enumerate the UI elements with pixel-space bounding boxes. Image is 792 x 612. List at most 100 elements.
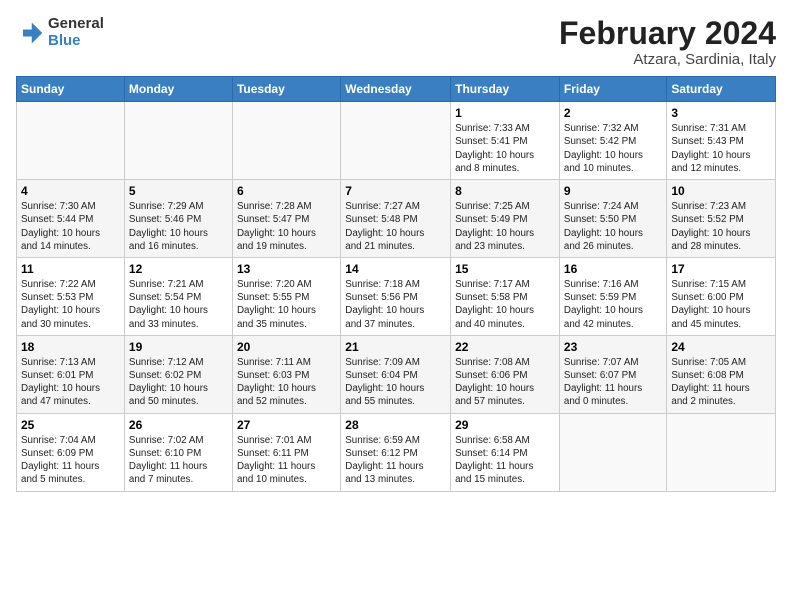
- calendar-cell: 13 Sunrise: 7:20 AM Sunset: 5:55 PM Dayli…: [232, 257, 340, 335]
- day-number: 1: [455, 106, 555, 120]
- day-info: Sunrise: 7:17 AM Sunset: 5:58 PM Dayligh…: [455, 278, 555, 331]
- day-number: 6: [237, 184, 336, 198]
- calendar-cell: 28Sunrise: 6:59 AM Sunset: 6:12 PM Dayli…: [341, 413, 451, 491]
- day-info: Sunrise: 7:05 AM Sunset: 6:08 PM Dayligh…: [671, 356, 771, 409]
- day-number: 4: [21, 184, 120, 198]
- weekday-header-row: SundayMondayTuesdayWednesdayThursdayFrid…: [17, 77, 776, 102]
- weekday-header-monday: Monday: [124, 77, 232, 102]
- calendar-cell: 5 Sunrise: 7:29 AM Sunset: 5:46 PM Daylig…: [124, 180, 232, 258]
- day-number: 14: [345, 262, 446, 276]
- day-info: Sunrise: 7:28 AM Sunset: 5:47 PM Dayligh…: [237, 200, 336, 253]
- day-info: Sunrise: 7:11 AM Sunset: 6:03 PM Dayligh…: [237, 356, 336, 409]
- calendar-cell: 12 Sunrise: 7:21 AM Sunset: 5:54 PM Dayli…: [124, 257, 232, 335]
- header: General Blue February 2024 Atzara, Sardi…: [16, 16, 776, 68]
- day-info: Sunrise: 7:31 AM Sunset: 5:43 PM Dayligh…: [671, 122, 771, 175]
- day-info: Sunrise: 7:27 AM Sunset: 5:48 PM Dayligh…: [345, 200, 446, 253]
- calendar-cell: 26 Sunrise: 7:02 AM Sunset: 6:10 PM Dayli…: [124, 413, 232, 491]
- day-number: 12: [129, 262, 228, 276]
- day-info: Sunrise: 7:20 AM Sunset: 5:55 PM Dayligh…: [237, 278, 336, 331]
- calendar-cell: 17 Sunrise: 7:15 AM Sunset: 6:00 PM Dayli…: [667, 257, 776, 335]
- logo-line2: Blue: [48, 33, 104, 50]
- day-info: Sunrise: 7:22 AM Sunset: 5:53 PM Dayligh…: [21, 278, 120, 331]
- day-number: 22: [455, 340, 555, 354]
- day-info: Sunrise: 7:25 AM Sunset: 5:49 PM Dayligh…: [455, 200, 555, 253]
- day-number: 19: [129, 340, 228, 354]
- calendar-cell: 4 Sunrise: 7:30 AM Sunset: 5:44 PM Daylig…: [17, 180, 125, 258]
- logo-line1: General: [48, 16, 104, 33]
- day-number: 24: [671, 340, 771, 354]
- week-row-5: 25 Sunrise: 7:04 AM Sunset: 6:09 PM Dayli…: [17, 413, 776, 491]
- day-info: Sunrise: 7:12 AM Sunset: 6:02 PM Dayligh…: [129, 356, 228, 409]
- calendar-title: February 2024: [559, 16, 776, 51]
- calendar-cell: 25 Sunrise: 7:04 AM Sunset: 6:09 PM Dayli…: [17, 413, 125, 491]
- day-number: 7: [345, 184, 446, 198]
- day-number: 16: [564, 262, 662, 276]
- day-info: Sunrise: 7:23 AM Sunset: 5:52 PM Dayligh…: [671, 200, 771, 253]
- calendar-cell: 21 Sunrise: 7:09 AM Sunset: 6:04 PM Dayli…: [341, 335, 451, 413]
- logo-icon: [16, 19, 44, 47]
- weekday-header-saturday: Saturday: [667, 77, 776, 102]
- calendar-subtitle: Atzara, Sardinia, Italy: [559, 51, 776, 68]
- calendar-cell: [17, 102, 125, 180]
- day-number: 15: [455, 262, 555, 276]
- weekday-header-tuesday: Tuesday: [232, 77, 340, 102]
- day-info: Sunrise: 7:15 AM Sunset: 6:00 PM Dayligh…: [671, 278, 771, 331]
- day-info: Sunrise: 7:04 AM Sunset: 6:09 PM Dayligh…: [21, 434, 120, 487]
- calendar-cell: 22 Sunrise: 7:08 AM Sunset: 6:06 PM Dayli…: [451, 335, 560, 413]
- day-info: Sunrise: 7:13 AM Sunset: 6:01 PM Dayligh…: [21, 356, 120, 409]
- weekday-header-wednesday: Wednesday: [341, 77, 451, 102]
- day-info: Sunrise: 7:02 AM Sunset: 6:10 PM Dayligh…: [129, 434, 228, 487]
- calendar-cell: 11 Sunrise: 7:22 AM Sunset: 5:53 PM Dayli…: [17, 257, 125, 335]
- logo: General Blue: [16, 16, 104, 49]
- title-block: February 2024 Atzara, Sardinia, Italy: [559, 16, 776, 68]
- day-info: Sunrise: 7:30 AM Sunset: 5:44 PM Dayligh…: [21, 200, 120, 253]
- calendar-cell: 1Sunrise: 7:33 AM Sunset: 5:41 PM Daylig…: [451, 102, 560, 180]
- day-number: 8: [455, 184, 555, 198]
- page: General Blue February 2024 Atzara, Sardi…: [0, 0, 792, 502]
- day-info: Sunrise: 7:29 AM Sunset: 5:46 PM Dayligh…: [129, 200, 228, 253]
- day-number: 3: [671, 106, 771, 120]
- week-row-3: 11 Sunrise: 7:22 AM Sunset: 5:53 PM Dayli…: [17, 257, 776, 335]
- calendar-cell: 19 Sunrise: 7:12 AM Sunset: 6:02 PM Dayli…: [124, 335, 232, 413]
- calendar-cell: 29 Sunrise: 6:58 AM Sunset: 6:14 PM Dayli…: [451, 413, 560, 491]
- calendar-cell: [341, 102, 451, 180]
- day-number: 2: [564, 106, 662, 120]
- day-info: Sunrise: 6:58 AM Sunset: 6:14 PM Dayligh…: [455, 434, 555, 487]
- day-info: Sunrise: 7:08 AM Sunset: 6:06 PM Dayligh…: [455, 356, 555, 409]
- day-info: Sunrise: 6:59 AM Sunset: 6:12 PM Dayligh…: [345, 434, 446, 487]
- week-row-2: 4 Sunrise: 7:30 AM Sunset: 5:44 PM Daylig…: [17, 180, 776, 258]
- day-info: Sunrise: 7:24 AM Sunset: 5:50 PM Dayligh…: [564, 200, 662, 253]
- day-number: 11: [21, 262, 120, 276]
- calendar-table: SundayMondayTuesdayWednesdayThursdayFrid…: [16, 76, 776, 491]
- day-number: 10: [671, 184, 771, 198]
- calendar-cell: 14 Sunrise: 7:18 AM Sunset: 5:56 PM Dayli…: [341, 257, 451, 335]
- calendar-cell: 16 Sunrise: 7:16 AM Sunset: 5:59 PM Dayli…: [559, 257, 666, 335]
- day-number: 26: [129, 418, 228, 432]
- day-number: 21: [345, 340, 446, 354]
- logo-text: General Blue: [48, 16, 104, 49]
- week-row-4: 18 Sunrise: 7:13 AM Sunset: 6:01 PM Dayli…: [17, 335, 776, 413]
- day-number: 5: [129, 184, 228, 198]
- week-row-1: 1Sunrise: 7:33 AM Sunset: 5:41 PM Daylig…: [17, 102, 776, 180]
- calendar-cell: 8 Sunrise: 7:25 AM Sunset: 5:49 PM Daylig…: [451, 180, 560, 258]
- calendar-cell: [124, 102, 232, 180]
- day-number: 29: [455, 418, 555, 432]
- calendar-cell: 23Sunrise: 7:07 AM Sunset: 6:07 PM Dayli…: [559, 335, 666, 413]
- day-info: Sunrise: 7:18 AM Sunset: 5:56 PM Dayligh…: [345, 278, 446, 331]
- day-number: 18: [21, 340, 120, 354]
- calendar-cell: 27Sunrise: 7:01 AM Sunset: 6:11 PM Dayli…: [232, 413, 340, 491]
- day-info: Sunrise: 7:07 AM Sunset: 6:07 PM Dayligh…: [564, 356, 662, 409]
- calendar-cell: 9Sunrise: 7:24 AM Sunset: 5:50 PM Daylig…: [559, 180, 666, 258]
- day-number: 17: [671, 262, 771, 276]
- day-info: Sunrise: 7:16 AM Sunset: 5:59 PM Dayligh…: [564, 278, 662, 331]
- day-number: 20: [237, 340, 336, 354]
- day-number: 25: [21, 418, 120, 432]
- day-info: Sunrise: 7:21 AM Sunset: 5:54 PM Dayligh…: [129, 278, 228, 331]
- calendar-cell: [559, 413, 666, 491]
- calendar-cell: 6 Sunrise: 7:28 AM Sunset: 5:47 PM Daylig…: [232, 180, 340, 258]
- day-info: Sunrise: 7:32 AM Sunset: 5:42 PM Dayligh…: [564, 122, 662, 175]
- day-number: 13: [237, 262, 336, 276]
- calendar-cell: 15 Sunrise: 7:17 AM Sunset: 5:58 PM Dayli…: [451, 257, 560, 335]
- weekday-header-sunday: Sunday: [17, 77, 125, 102]
- day-info: Sunrise: 7:09 AM Sunset: 6:04 PM Dayligh…: [345, 356, 446, 409]
